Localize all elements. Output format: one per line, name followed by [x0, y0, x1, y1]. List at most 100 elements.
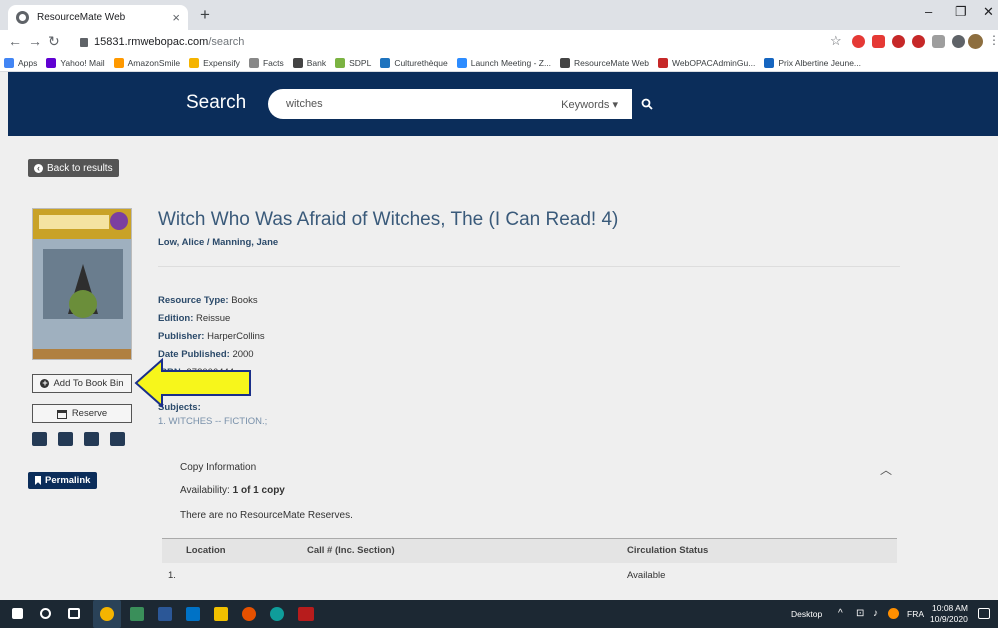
bookmark-item[interactable]: Apps: [4, 57, 37, 68]
permalink-button[interactable]: Permalink: [28, 472, 98, 489]
mail-icon[interactable]: [186, 607, 200, 621]
bookmark-item[interactable]: AmazonSmile: [113, 57, 181, 68]
reserve-label: Reserve: [71, 408, 108, 419]
row-index: 1.: [168, 570, 176, 581]
volume-icon[interactable]: ♪: [873, 608, 878, 619]
task-view-icon[interactable]: [68, 608, 80, 619]
bookmark-item[interactable]: Expensify: [189, 57, 240, 68]
bookmark-item[interactable]: Prix Albertine Jeune...: [764, 57, 861, 68]
email-icon[interactable]: [110, 432, 125, 446]
column-header-circulation-status: Circulation Status: [627, 538, 897, 563]
new-tab-button[interactable]: +: [200, 5, 210, 25]
reload-icon[interactable]: ↻: [48, 33, 60, 50]
file-explorer-icon[interactable]: [214, 607, 228, 621]
clock-date[interactable]: 10/9/2020: [930, 614, 968, 624]
bookmark-item[interactable]: Culturethèque: [380, 57, 448, 68]
back-arrow-icon[interactable]: ←: [8, 33, 22, 49]
search-mode-dropdown[interactable]: Keywords ▾: [561, 98, 618, 111]
restore-icon[interactable]: ❐: [955, 4, 967, 20]
bookmark-label: Expensify: [203, 57, 240, 68]
chevron-up-icon[interactable]: ︿: [880, 461, 892, 478]
resourcemate-icon[interactable]: [298, 607, 314, 621]
search-taskbar-icon[interactable]: [40, 608, 51, 619]
callout-arrow-icon: [134, 358, 251, 408]
add-to-book-bin-label: Add To Book Bin: [53, 378, 124, 389]
profile-avatar[interactable]: [968, 34, 983, 49]
bookmark-favicon-icon: [764, 57, 775, 68]
bookmark-item[interactable]: SDPL: [335, 57, 371, 68]
lock-icon: [80, 37, 88, 47]
clipboard-extension-icon[interactable]: [932, 35, 945, 48]
twitter-icon[interactable]: [32, 432, 47, 446]
back-to-results-button[interactable]: ‹ Back to results: [28, 159, 119, 177]
notification-icon[interactable]: [978, 608, 990, 619]
opera-extension-icon[interactable]: [852, 35, 865, 48]
address-bar[interactable]: 15831.rmwebopac.com/search: [80, 32, 820, 52]
calculator-icon[interactable]: [130, 607, 144, 621]
minimize-icon[interactable]: –: [925, 4, 932, 19]
chevron-up-tray-icon[interactable]: ^: [838, 608, 843, 619]
bookmark-icon: [35, 476, 41, 485]
update-tray-icon[interactable]: [888, 608, 899, 619]
reserve-button[interactable]: Reserve: [32, 404, 132, 423]
bookmark-item[interactable]: ResourceMate Web: [560, 57, 649, 68]
detail-value: HarperCollins: [207, 331, 265, 342]
detail-row: Resource Type: Books: [158, 292, 265, 310]
edge-icon[interactable]: [270, 607, 284, 621]
bookmark-item[interactable]: Facts: [248, 57, 284, 68]
bookmark-favicon-icon: [189, 57, 200, 68]
more-menu-icon[interactable]: ⋮: [988, 33, 998, 47]
share-row: [32, 432, 125, 446]
network-icon[interactable]: ⊡: [856, 608, 864, 619]
search-button[interactable]: [632, 89, 662, 119]
shield-extension-icon[interactable]: [892, 35, 905, 48]
url-host: 15831.rmwebopac.com: [94, 36, 209, 48]
detail-value: Books: [231, 295, 258, 306]
divider: [158, 266, 900, 267]
book-title: Witch Who Was Afraid of Witches, The (I …: [158, 209, 619, 230]
plus-circle-icon: +: [40, 378, 50, 388]
bookmark-item[interactable]: WebOPACAdminGu...: [658, 57, 755, 68]
bookmark-label: Culturethèque: [394, 57, 448, 68]
bookmark-favicon-icon: [46, 57, 57, 68]
bookmark-item[interactable]: Bank: [292, 57, 326, 68]
availability-label: Availability:: [180, 485, 230, 496]
forward-arrow-icon[interactable]: →: [28, 33, 42, 49]
book-cover-image: [32, 208, 132, 360]
close-window-icon[interactable]: ✕: [983, 4, 994, 20]
detail-row: Publisher: HarperCollins: [158, 328, 265, 346]
close-tab-icon[interactable]: ×: [172, 10, 180, 25]
bookmark-favicon-icon: [4, 57, 14, 68]
back-to-results-label: Back to results: [47, 162, 113, 174]
print-icon[interactable]: [84, 432, 99, 446]
search-input[interactable]: [286, 98, 536, 110]
bookmark-favicon-icon: [113, 57, 124, 68]
subjects-value[interactable]: 1. WITCHES -- FICTION.;: [158, 416, 267, 427]
bookmarks-bar: Apps Yahoo! Mail AmazonSmile Expensify Facts…: [0, 54, 998, 72]
copy-table: Location Call # (Inc. Section) Circulati…: [162, 538, 897, 589]
star-icon[interactable]: ☆: [830, 33, 842, 49]
windows-start-icon[interactable]: [12, 608, 23, 619]
vpn-extension-icon[interactable]: [912, 35, 925, 48]
puzzle-extension-icon[interactable]: [952, 35, 965, 48]
search-icon: [641, 98, 653, 110]
chrome-icon[interactable]: [100, 607, 114, 621]
clock-time[interactable]: 10:08 AM: [932, 603, 968, 613]
pocket-extension-icon[interactable]: [872, 35, 885, 48]
bookmark-favicon-icon: [335, 57, 346, 68]
bookmark-item[interactable]: Launch Meeting - Z...: [456, 57, 551, 68]
column-header-call-number: Call # (Inc. Section): [307, 538, 627, 563]
book-authors[interactable]: Low, Alice / Manning, Jane: [158, 237, 278, 248]
browser-tab[interactable]: ResourceMate Web ×: [8, 5, 188, 30]
word-icon[interactable]: [158, 607, 172, 621]
facebook-icon[interactable]: [58, 432, 73, 446]
bookmark-label: AmazonSmile: [127, 57, 181, 68]
desktop-toolbar-label[interactable]: Desktop: [791, 609, 822, 619]
bookmark-favicon-icon: [248, 57, 259, 68]
detail-label: Publisher:: [158, 331, 205, 342]
add-to-book-bin-button[interactable]: + Add To Book Bin: [32, 374, 132, 393]
media-player-icon[interactable]: [242, 607, 256, 621]
site-header: Search Keywords ▾: [8, 72, 998, 136]
language-indicator[interactable]: FRA: [907, 609, 924, 619]
bookmark-item[interactable]: Yahoo! Mail: [46, 57, 105, 68]
